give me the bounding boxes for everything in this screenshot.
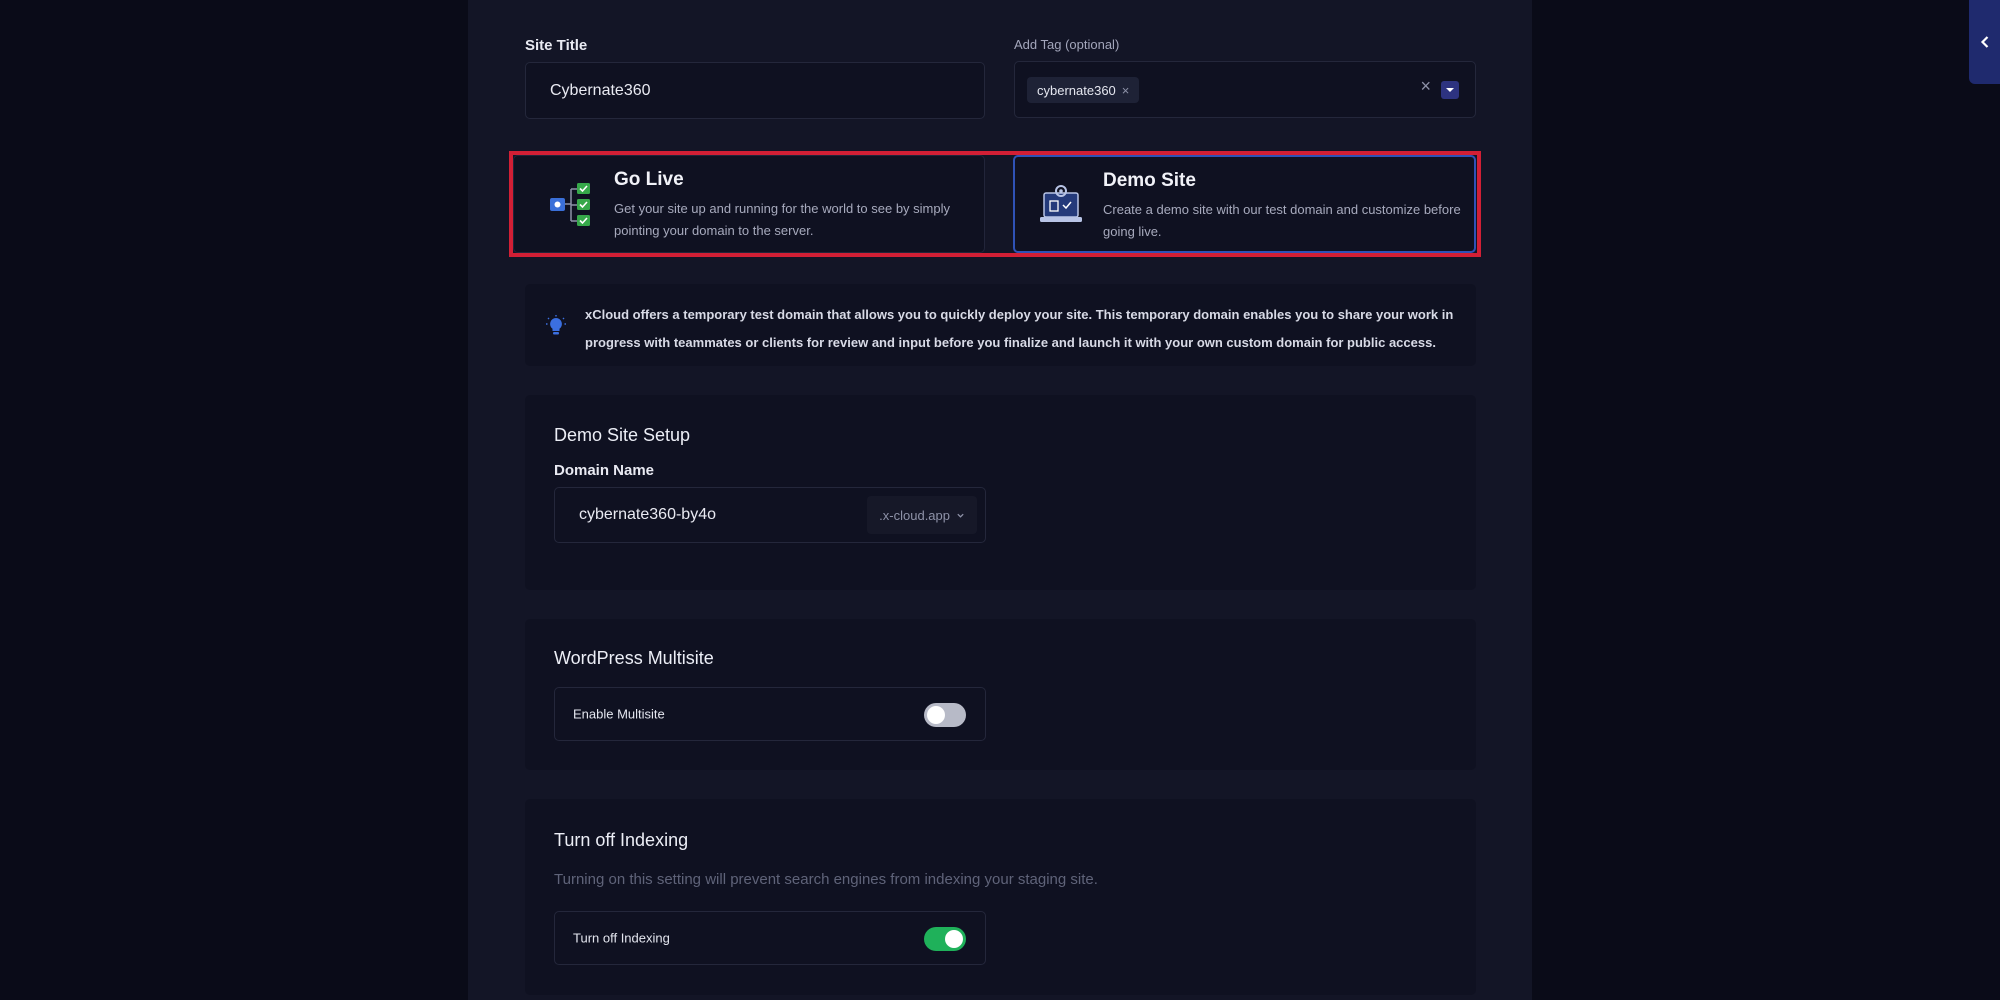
multisite-toggle-label: Enable Multisite: [573, 706, 665, 722]
tag-dropdown-icon[interactable]: [1441, 81, 1459, 99]
domain-name-label: Domain Name: [554, 462, 655, 479]
tag-label: Add Tag (optional): [1014, 37, 1120, 52]
tag-input[interactable]: cybernate360 × ×: [1014, 61, 1476, 118]
multisite-title: WordPress Multisite: [554, 648, 714, 668]
collapse-sidebar-button[interactable]: [1969, 0, 2000, 84]
chevron-down-icon: [957, 513, 964, 518]
demo-setup-title: Demo Site Setup: [554, 425, 691, 445]
indexing-description: Turning on this setting will prevent sea…: [554, 871, 1098, 888]
tag-chip: cybernate360 ×: [1027, 77, 1140, 103]
multisite-section: WordPress Multisite Enable Multisite: [525, 619, 1476, 770]
info-box: xCloud offers a temporary test domain th…: [525, 284, 1476, 366]
indexing-title: Turn off Indexing: [554, 830, 689, 850]
site-title-input[interactable]: Cybernate360: [525, 62, 985, 119]
indexing-section: Turn off Indexing Turning on this settin…: [525, 799, 1476, 995]
toggle-knob: [927, 706, 945, 724]
toggle-knob: [945, 930, 963, 948]
domain-suffix-value: .x-cloud.app: [879, 507, 950, 523]
domain-name-input[interactable]: cybernate360-by4o .x-cloud.app: [554, 487, 986, 543]
tag-chip-remove-icon[interactable]: ×: [1122, 83, 1130, 98]
indexing-toggle-label: Turn off Indexing: [573, 930, 670, 946]
indexing-toggle[interactable]: [924, 927, 966, 951]
domain-suffix-select[interactable]: .x-cloud.app: [867, 496, 977, 534]
site-title-value: Cybernate360: [550, 81, 651, 99]
selection-highlight: [509, 151, 1481, 257]
demo-setup-section: Demo Site Setup Domain Name cybernate360…: [525, 395, 1476, 590]
tag-clear-icon[interactable]: ×: [1420, 76, 1431, 97]
chevron-left-icon: [1980, 36, 1988, 48]
indexing-row: Turn off Indexing: [554, 911, 986, 965]
multisite-row: Enable Multisite: [554, 687, 986, 741]
lightbulb-icon: [546, 315, 566, 337]
site-title-label: Site Title: [525, 37, 588, 54]
multisite-toggle[interactable]: [924, 703, 966, 727]
info-text: xCloud offers a temporary test domain th…: [585, 307, 1454, 350]
tag-chip-label: cybernate360: [1037, 82, 1116, 98]
domain-name-value: cybernate360-by4o: [579, 506, 716, 523]
